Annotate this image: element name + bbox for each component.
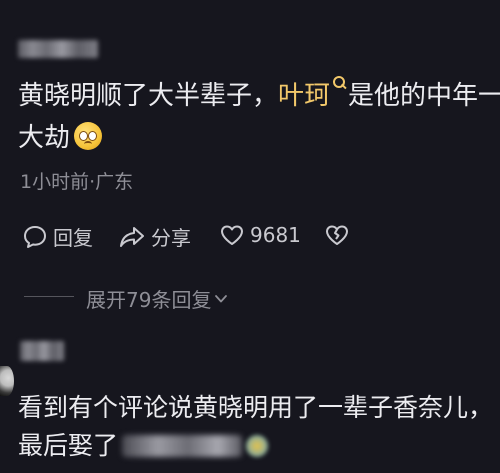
comment-text-part1: 黄晓明顺了大半辈子， <box>18 81 279 111</box>
comment2-line1: 看到有个评论说黄晓明用了一辈子香奈儿， <box>18 393 494 422</box>
username-blurred[interactable] <box>18 40 98 58</box>
dislike-button[interactable] <box>324 222 350 248</box>
comment-bubble-icon <box>24 225 46 248</box>
comment-text-part3: 大劫 <box>18 123 71 153</box>
heart-icon <box>221 225 243 245</box>
share-label: 分享 <box>151 226 191 250</box>
reply-label: 回复 <box>53 226 93 250</box>
reply-button[interactable]: 回复 <box>22 222 93 251</box>
like-button[interactable]: 9681 <box>219 222 301 248</box>
comment2-line2: 最后娶了 <box>18 431 119 460</box>
expand-replies-button[interactable]: 展开79条回复 <box>86 284 229 313</box>
mention-link[interactable]: 叶珂 <box>278 76 348 111</box>
broken-heart-icon <box>326 225 348 245</box>
comment-text-part2: 是他的中年一 <box>348 81 500 111</box>
share-button[interactable]: 分享 <box>118 222 191 251</box>
avatar[interactable] <box>0 366 14 396</box>
replies-divider <box>24 296 74 297</box>
like-count: 9681 <box>250 223 301 247</box>
comment-meta: 1小时前·广东 <box>20 171 134 193</box>
mention-name: 叶珂 <box>278 81 331 111</box>
redacted-emoji-icon <box>246 435 269 457</box>
anxious-face-emoji-icon <box>74 122 103 150</box>
chevron-down-icon <box>215 294 228 302</box>
expand-replies-label: 展开79条回复 <box>86 288 212 312</box>
redacted-text <box>122 435 243 457</box>
comment-body-2-line2: 最后娶了 <box>18 424 269 468</box>
username-blurred-2[interactable] <box>20 341 64 361</box>
share-arrow-icon <box>120 226 144 247</box>
search-icon <box>332 76 347 94</box>
comment-body: 黄晓明顺了大半辈子，叶珂 是他的中年一 <box>18 74 500 118</box>
comment-body-line2: 大劫 <box>18 116 103 160</box>
